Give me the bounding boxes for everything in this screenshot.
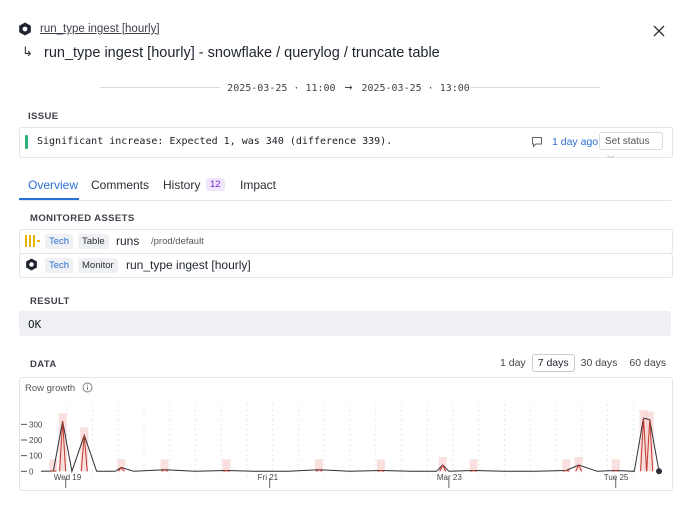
- anomaly-highlight: [469, 459, 478, 472]
- history-count-badge: 12: [206, 178, 225, 191]
- time-range-selector: 1 day 7 days 30 days 60 days: [494, 354, 672, 372]
- x-tick-label: Fri 21: [258, 473, 279, 482]
- arrow-right-icon: →: [344, 80, 353, 95]
- range-30-days-button[interactable]: 30 days: [575, 354, 624, 372]
- set-status-button[interactable]: Set status ﹀: [599, 132, 663, 164]
- row-growth-chart: 0 100 200 300 Wed 19 Fri 21 Mar 23 Tue 25: [21, 404, 662, 488]
- issue-message: Significant increase: Expected 1, was 34…: [37, 136, 393, 147]
- tab-comments[interactable]: Comments: [91, 178, 149, 192]
- result-section-label: RESULT: [30, 296, 70, 307]
- x-tick-label: Mar 23: [437, 473, 462, 482]
- asset-name[interactable]: run_type ingest [hourly]: [126, 258, 251, 272]
- monitor-icon: [26, 258, 37, 271]
- page-title: run_type ingest [hourly] - snowflake / q…: [44, 45, 440, 61]
- anomaly-highlight: [376, 459, 385, 472]
- issue-age[interactable]: 1 day ago: [552, 136, 598, 148]
- monitor-breadcrumb-link[interactable]: run_type ingest [hourly]: [40, 23, 160, 35]
- time-range-start: 2025-03-25 · 11:00: [227, 83, 336, 94]
- x-tick-label: Wed 19: [54, 473, 82, 482]
- chart-title: Row growth: [25, 383, 76, 394]
- asset-name[interactable]: runs: [116, 234, 139, 248]
- monitor-icon: [19, 22, 31, 36]
- issue-section-label: ISSUE: [28, 111, 59, 122]
- active-tab-indicator: [19, 198, 79, 200]
- anomaly-highlight: [222, 459, 231, 472]
- tab-impact[interactable]: Impact: [240, 178, 276, 192]
- snowflake-table-icon: [25, 234, 41, 251]
- sub-arrow-icon: ↳: [22, 44, 33, 59]
- y-tick-label: 300: [29, 420, 43, 429]
- tab-overview[interactable]: Overview: [28, 178, 78, 192]
- data-section-label: DATA: [30, 359, 57, 370]
- time-range-end: 2025-03-25 · 13:00: [361, 83, 470, 94]
- anomaly-highlight: [438, 457, 447, 472]
- asset-tag-tech: Tech: [45, 258, 74, 273]
- set-status-label: Set status: [605, 136, 650, 147]
- asset-path: /prod/default: [151, 236, 204, 247]
- asset-tag-type: Table: [78, 234, 109, 249]
- y-tick-label: 200: [29, 436, 43, 445]
- anomaly-highlight: [574, 457, 583, 472]
- monitored-assets-label: MONITORED ASSETS: [30, 213, 135, 224]
- result-box: [19, 311, 671, 336]
- result-value: OK: [28, 318, 42, 331]
- tab-history[interactable]: History: [163, 178, 200, 192]
- chevron-down-icon: ﹀: [607, 155, 615, 164]
- range-60-days-button[interactable]: 60 days: [623, 354, 672, 372]
- range-1-day-button[interactable]: 1 day: [494, 354, 532, 372]
- y-tick-label: 0: [29, 467, 34, 476]
- range-7-days-button[interactable]: 7 days: [531, 354, 575, 372]
- y-tick-label: 100: [29, 452, 43, 461]
- time-range: 2025-03-25 · 11:00 → 2025-03-25 · 13:00: [0, 80, 697, 95]
- info-icon[interactable]: [82, 382, 93, 393]
- last-point-dot: [656, 468, 662, 475]
- x-tick-label: Tue 25: [604, 473, 629, 482]
- asset-tag-tech: Tech: [45, 234, 74, 249]
- comment-icon[interactable]: [531, 136, 543, 148]
- asset-tag-type: Monitor: [78, 258, 118, 273]
- tabs-divider: [19, 200, 671, 201]
- anomaly-highlight: [611, 459, 620, 472]
- close-icon[interactable]: [652, 24, 666, 38]
- issue-status-bar: [25, 135, 28, 149]
